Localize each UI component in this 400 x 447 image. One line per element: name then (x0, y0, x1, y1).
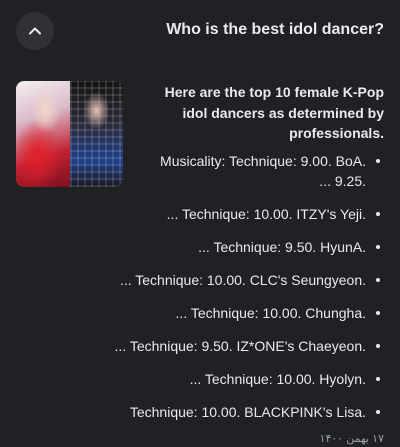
list-item-text: ... Technique: 10.00. CLC's Seungyeon. (119, 272, 366, 288)
list-item: Technique: 10.00. BLACKPINK's Lisa. (14, 402, 384, 422)
question-title[interactable]: Who is the best idol dancer? (166, 21, 384, 39)
list-item-text: ... Technique: 10.00. ITZY's Yeji. (166, 206, 366, 222)
list-item: ... Technique: 10.00. ITZY's Yeji. (14, 204, 384, 224)
list-item: ... Technique: 10.00. Chungha. (14, 303, 384, 323)
list-item-text: ... Technique: 10.00. Chungha. (175, 305, 366, 321)
bullet-icon (372, 303, 384, 315)
bullet-icon (372, 151, 384, 163)
list-item-text: Technique: 10.00. BLACKPINK's Lisa. (129, 404, 366, 420)
chevron-up-icon (29, 27, 41, 35)
collapse-button[interactable] (16, 12, 54, 50)
list-item: Musicality: Technique: 9.00. BoA. ... 9.… (14, 151, 384, 191)
list-item-text: ... Technique: 9.50. IZ*ONE's Chaeyeon. (114, 338, 366, 354)
bullet-icon (372, 270, 384, 282)
bullet-icon (372, 336, 384, 348)
list-item-text: ... Technique: 10.00. Hyolyn. (189, 371, 366, 387)
bullet-icon (372, 237, 384, 249)
bullet-icon (372, 204, 384, 216)
bullet-icon (372, 369, 384, 381)
list-item: ... Technique: 10.00. CLC's Seungyeon. (14, 270, 384, 290)
list-item-text: Musicality: Technique: 9.00. BoA. ... 9.… (160, 153, 366, 189)
snippet-intro: Here are the top 10 female K-Pop idol da… (164, 84, 384, 141)
bullet-icon (372, 402, 384, 414)
dancer-list: Musicality: Technique: 9.00. BoA. ... 9.… (14, 151, 384, 435)
list-item: ... Technique: 9.50. HyunA. (14, 237, 384, 257)
list-item: ... Technique: 9.50. IZ*ONE's Chaeyeon. (14, 336, 384, 356)
list-item: ... Technique: 10.00. Hyolyn. (14, 369, 384, 389)
list-item-text: ... Technique: 9.50. HyunA. (198, 239, 366, 255)
snippet-date: ۱۷ بهمن ۱۴۰۰ (319, 433, 384, 445)
